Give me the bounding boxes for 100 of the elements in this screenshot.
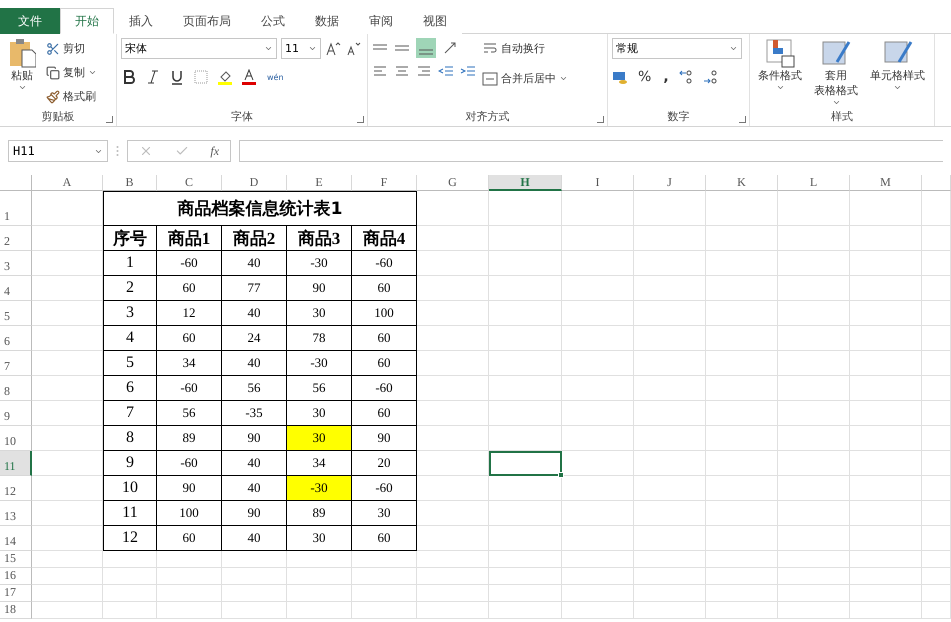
empty-cell[interactable] [562,351,634,376]
empty-cell[interactable] [706,401,778,426]
empty-cell[interactable] [922,351,951,376]
empty-cell[interactable] [489,568,562,585]
empty-cell[interactable] [922,602,951,619]
empty-cell[interactable] [489,226,562,251]
empty-cell[interactable] [922,301,951,326]
empty-cell[interactable] [417,551,489,568]
empty-cell[interactable] [634,526,706,551]
row-header[interactable]: 15 [0,551,32,568]
dialog-launcher-icon[interactable] [106,116,113,123]
merge-center-button[interactable]: 合并后居中 [480,68,570,89]
empty-cell[interactable] [489,426,562,451]
empty-cell[interactable] [706,476,778,501]
empty-cell[interactable] [562,191,634,226]
empty-cell[interactable] [634,191,706,226]
empty-cell[interactable] [922,251,951,276]
empty-cell[interactable] [850,226,922,251]
format-as-table-button[interactable]: 套用 表格格式 [810,38,862,109]
empty-cell[interactable] [850,551,922,568]
paste-button[interactable]: 粘贴 [4,38,40,109]
empty-cell[interactable] [222,551,287,568]
empty-cell[interactable] [562,276,634,301]
empty-cell[interactable] [352,602,417,619]
column-header[interactable]: F [352,175,417,191]
empty-cell[interactable] [922,551,951,568]
empty-cell[interactable] [850,326,922,351]
empty-cell[interactable] [778,301,850,326]
empty-cell[interactable] [634,401,706,426]
empty-cell[interactable] [489,251,562,276]
empty-cell[interactable] [850,426,922,451]
column-header[interactable]: K [706,175,778,191]
empty-cell[interactable] [778,426,850,451]
empty-cell[interactable] [922,326,951,351]
empty-cell[interactable] [287,602,352,619]
row-header[interactable]: 4 [0,276,32,301]
empty-cell[interactable] [778,585,850,602]
empty-cell[interactable] [778,191,850,226]
empty-cell[interactable] [850,401,922,426]
empty-cell[interactable] [634,501,706,526]
empty-cell[interactable] [706,351,778,376]
empty-cell[interactable] [922,585,951,602]
empty-cell[interactable] [562,568,634,585]
column-header[interactable]: D [222,175,287,191]
wrap-text-button[interactable]: 自动换行 [480,38,570,59]
empty-cell[interactable] [706,551,778,568]
empty-cell[interactable] [489,351,562,376]
empty-cell[interactable] [850,501,922,526]
copy-button[interactable]: 复制 [44,62,99,83]
cut-button[interactable]: 剪切 [44,38,99,59]
column-header[interactable]: C [157,175,222,191]
empty-cell[interactable] [562,226,634,251]
row-header[interactable]: 7 [0,351,32,376]
empty-cell[interactable] [850,191,922,226]
empty-cell[interactable] [706,326,778,351]
empty-cell[interactable] [287,585,352,602]
empty-cell[interactable] [850,602,922,619]
empty-cell[interactable] [157,568,222,585]
empty-cell[interactable] [706,191,778,226]
row-header[interactable]: 3 [0,251,32,276]
row-header[interactable]: 2 [0,226,32,251]
empty-cell[interactable] [706,602,778,619]
empty-cell[interactable] [778,251,850,276]
empty-cell[interactable] [103,551,157,568]
empty-cell[interactable] [778,526,850,551]
insert-function-button[interactable]: fx [210,144,220,158]
empty-cell[interactable] [634,226,706,251]
empty-cell[interactable] [850,276,922,301]
column-header[interactable]: H [489,175,562,191]
comma-button[interactable]: , [661,66,671,88]
empty-cell[interactable] [417,568,489,585]
column-header[interactable]: E [287,175,352,191]
empty-cell[interactable] [562,326,634,351]
empty-cell[interactable] [706,568,778,585]
column-header[interactable]: A [32,175,103,191]
empty-cell[interactable] [922,526,951,551]
empty-cell[interactable] [778,276,850,301]
empty-cell[interactable] [562,476,634,501]
empty-cell[interactable] [103,568,157,585]
column-header[interactable]: B [103,175,157,191]
empty-cell[interactable] [634,602,706,619]
format-painter-button[interactable]: 格式刷 [44,86,99,107]
empty-cell[interactable] [489,526,562,551]
phonetic-button[interactable]: wén [265,66,286,88]
row-header[interactable]: 5 [0,301,32,326]
empty-cell[interactable] [922,451,951,476]
empty-cell[interactable] [562,602,634,619]
empty-cell[interactable] [778,476,850,501]
empty-cell[interactable] [706,501,778,526]
column-header[interactable]: I [562,175,634,191]
row-header[interactable]: 11 [0,451,32,476]
empty-cell[interactable] [778,451,850,476]
empty-cell[interactable] [634,301,706,326]
empty-cell[interactable] [562,551,634,568]
row-header[interactable]: 6 [0,326,32,351]
empty-cell[interactable] [634,568,706,585]
row-header[interactable]: 1 [0,191,32,226]
empty-cell[interactable] [778,226,850,251]
empty-cell[interactable] [562,501,634,526]
empty-cell[interactable] [417,602,489,619]
